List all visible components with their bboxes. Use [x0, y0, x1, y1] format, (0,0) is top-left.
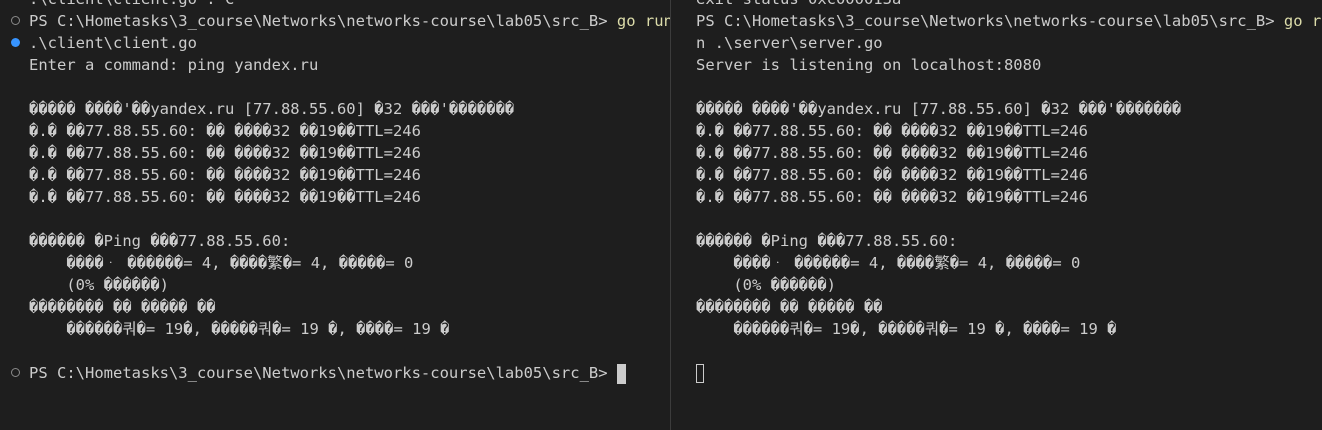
client-terminal-line: ������ �Ping ���77.88.55.60:: [0, 230, 670, 252]
server-terminal-line-text: n .\server\server.go: [696, 34, 883, 52]
server-terminal-line-text: �.� ��77.88.55.60: �� ����32 ��19��TTL=2…: [696, 144, 1088, 162]
server-terminal-line-text: ������ �Ping ���77.88.55.60:: [696, 232, 958, 250]
terminal-split-view: .\client\client.go : C PS C:\Hometasks\3_…: [0, 0, 1322, 430]
client-terminal-line-text: �.� ��77.88.55.60: �� ����32 ��19��TTL=2…: [29, 188, 421, 206]
server-terminal-line: [671, 76, 1322, 98]
client-terminal-line-text: ����� ����'��yandex.ru [77.88.55.60] �32…: [29, 100, 515, 118]
command-keyword: go ru: [1283, 12, 1322, 30]
server-terminal-line: [671, 208, 1322, 230]
command-keyword: go run: [616, 12, 670, 30]
server-terminal-line: Server is listening on localhost:8080: [671, 54, 1322, 76]
client-terminal-output: .\client\client.go : C PS C:\Hometasks\3_…: [0, 0, 670, 384]
client-terminal-line-text: (0% ������): [29, 276, 169, 294]
server-terminal-line: ������쿼�= 19�, �����쿼�= 19 �, ����= 19 �: [671, 318, 1322, 340]
command-success-decoration-icon[interactable]: [11, 38, 20, 47]
client-terminal-line: [0, 340, 670, 362]
terminal-cursor[interactable]: [616, 363, 626, 384]
client-terminal-line: PS C:\Hometasks\3_course\Networks\networ…: [0, 362, 670, 384]
client-terminal-line-text: PS C:\Hometasks\3_course\Networks\networ…: [29, 12, 617, 30]
client-terminal-line-text: ������쿼�= 19�, �����쿼�= 19 �, ����= 19 �: [29, 320, 450, 338]
server-terminal-line-text: Server is listening on localhost:8080: [696, 56, 1042, 74]
client-terminal-line-text: .\client\client.go: [29, 34, 197, 52]
server-terminal-line: (0% ������): [671, 274, 1322, 296]
server-terminal-line-text: �.� ��77.88.55.60: �� ����32 ��19��TTL=2…: [696, 166, 1088, 184]
client-terminal-line: ����ᆞ ������= 4, ����繁�= 4, �����= 0: [0, 252, 670, 274]
server-terminal-line: �������� �� ����� ��: [671, 296, 1322, 318]
client-terminal-line-text: �������� �� ����� ��: [29, 298, 216, 316]
terminal-cursor-inactive[interactable]: [696, 364, 704, 383]
server-terminal-line-text: �������� �� ����� ��: [696, 298, 883, 316]
client-terminal-line: �.� ��77.88.55.60: �� ����32 ��19��TTL=2…: [0, 164, 670, 186]
client-terminal-line: PS C:\Hometasks\3_course\Networks\networ…: [0, 10, 670, 32]
server-terminal-line-text: ����� ����'��yandex.ru [77.88.55.60] �32…: [696, 100, 1182, 118]
client-terminal-line: (0% ������): [0, 274, 670, 296]
server-terminal-output: exit status 0xc000013a PS C:\Hometasks\3_…: [671, 0, 1322, 384]
client-terminal-line-text: .\client\client.go : C: [29, 0, 234, 8]
client-terminal-line: [0, 76, 670, 98]
server-terminal-line: ����� ����'��yandex.ru [77.88.55.60] �32…: [671, 98, 1322, 120]
server-terminal-line-text: PS C:\Hometasks\3_course\Networks\networ…: [696, 12, 1284, 30]
client-terminal-line: ������쿼�= 19�, �����쿼�= 19 �, ����= 19 �: [0, 318, 670, 340]
client-terminal-line: .\client\client.go : C: [0, 0, 670, 10]
server-terminal-line: �.� ��77.88.55.60: �� ����32 ��19��TTL=2…: [671, 120, 1322, 142]
client-terminal-line-text: Enter a command: ping yandex.ru: [29, 56, 319, 74]
server-terminal-pane[interactable]: exit status 0xc000013a PS C:\Hometasks\3_…: [671, 0, 1322, 430]
server-terminal-line: ����ᆞ ������= 4, ����繁�= 4, �����= 0: [671, 252, 1322, 274]
client-terminal-line: �.� ��77.88.55.60: �� ����32 ��19��TTL=2…: [0, 186, 670, 208]
client-terminal-line: [0, 208, 670, 230]
client-terminal-line: Enter a command: ping yandex.ru: [0, 54, 670, 76]
client-terminal-pane[interactable]: .\client\client.go : C PS C:\Hometasks\3_…: [0, 0, 670, 430]
server-terminal-line: [671, 340, 1322, 362]
client-terminal-line-text: ����ᆞ ������= 4, ����繁�= 4, �����= 0: [29, 254, 414, 272]
server-terminal-line: PS C:\Hometasks\3_course\Networks\networ…: [671, 10, 1322, 32]
command-decoration-icon[interactable]: [11, 16, 20, 25]
server-terminal-line-text: (0% ������): [696, 276, 836, 294]
server-terminal-line-text: exit status 0xc000013a: [696, 0, 901, 8]
server-terminal-line: ������ �Ping ���77.88.55.60:: [671, 230, 1322, 252]
client-terminal-line-text: PS C:\Hometasks\3_course\Networks\networ…: [29, 364, 617, 382]
server-terminal-line-text: �.� ��77.88.55.60: �� ����32 ��19��TTL=2…: [696, 122, 1088, 140]
command-decoration-icon[interactable]: [11, 368, 20, 377]
server-terminal-line-text: ������쿼�= 19�, �����쿼�= 19 �, ����= 19 �: [696, 320, 1117, 338]
client-terminal-line-text: �.� ��77.88.55.60: �� ����32 ��19��TTL=2…: [29, 166, 421, 184]
client-terminal-line: �������� �� ����� ��: [0, 296, 670, 318]
client-terminal-line: �.� ��77.88.55.60: �� ����32 ��19��TTL=2…: [0, 120, 670, 142]
server-terminal-line: �.� ��77.88.55.60: �� ����32 ��19��TTL=2…: [671, 186, 1322, 208]
client-terminal-line: .\client\client.go: [0, 32, 670, 54]
server-terminal-line: �.� ��77.88.55.60: �� ����32 ��19��TTL=2…: [671, 142, 1322, 164]
server-terminal-line-text: ����ᆞ ������= 4, ����繁�= 4, �����= 0: [696, 254, 1081, 272]
server-terminal-line: exit status 0xc000013a: [671, 0, 1322, 10]
server-terminal-line: �.� ��77.88.55.60: �� ����32 ��19��TTL=2…: [671, 164, 1322, 186]
client-terminal-line: �.� ��77.88.55.60: �� ����32 ��19��TTL=2…: [0, 142, 670, 164]
client-terminal-line-text: �.� ��77.88.55.60: �� ����32 ��19��TTL=2…: [29, 144, 421, 162]
client-terminal-line: ����� ����'��yandex.ru [77.88.55.60] �32…: [0, 98, 670, 120]
server-terminal-line: [671, 362, 1322, 384]
client-terminal-line-text: �.� ��77.88.55.60: �� ����32 ��19��TTL=2…: [29, 122, 421, 140]
server-terminal-line-text: �.� ��77.88.55.60: �� ����32 ��19��TTL=2…: [696, 188, 1088, 206]
client-terminal-line-text: ������ �Ping ���77.88.55.60:: [29, 232, 291, 250]
server-terminal-line: n .\server\server.go: [671, 32, 1322, 54]
